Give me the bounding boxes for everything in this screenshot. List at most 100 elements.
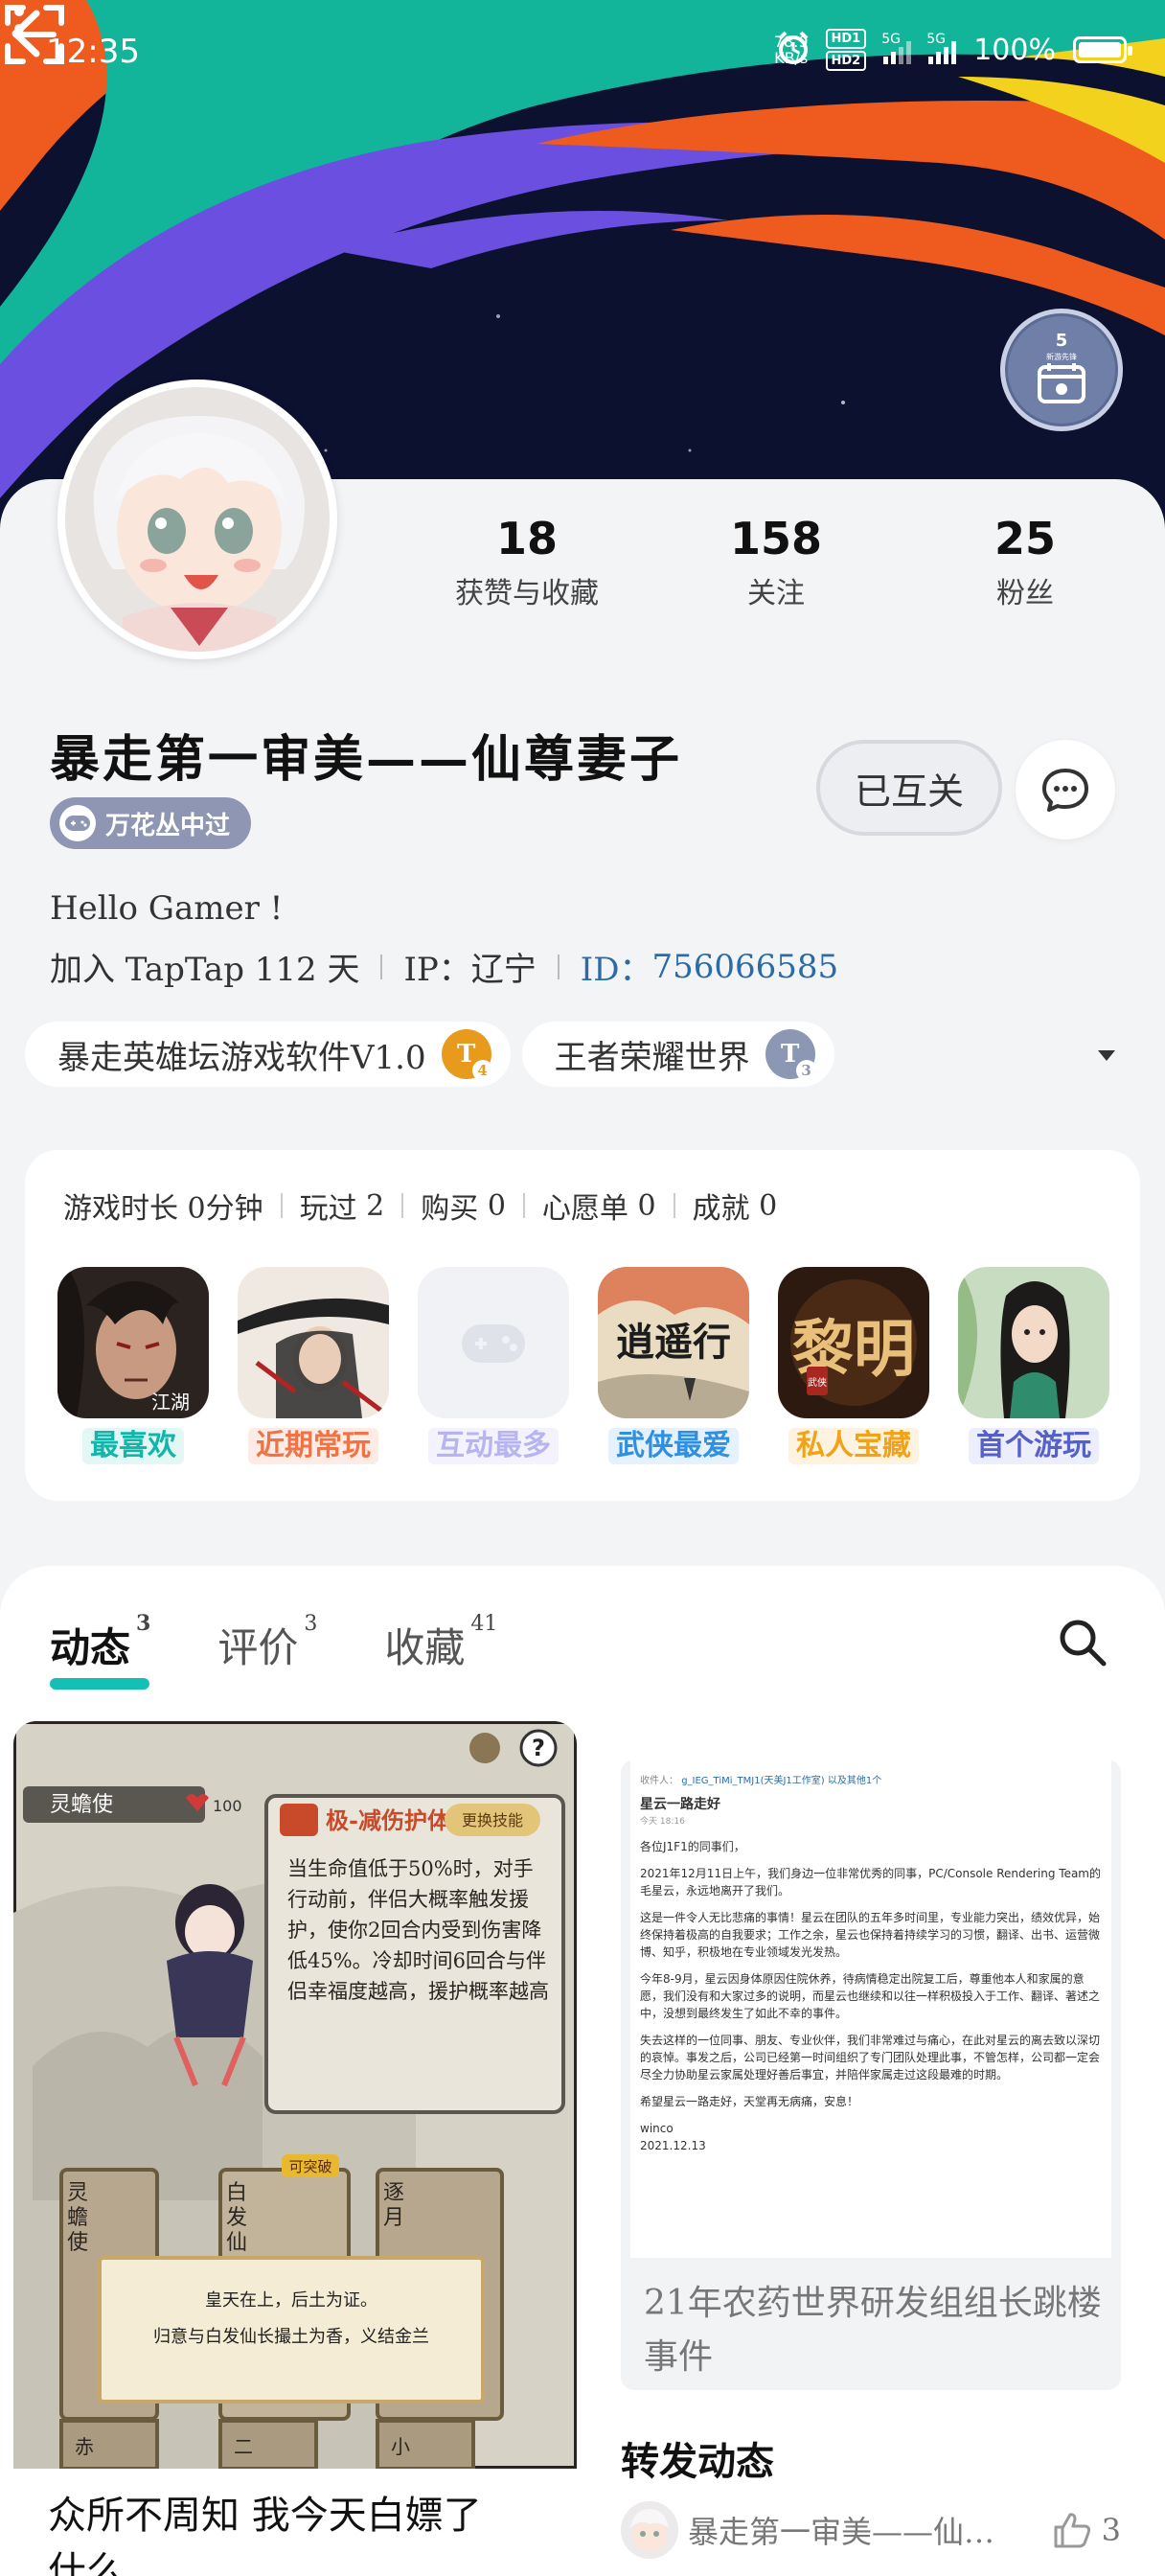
avatar[interactable]: [57, 380, 337, 659]
played-game-name: 王者荣耀世界: [554, 1038, 750, 1077]
featured-games: 江湖 最喜欢 近期常玩 互动最多 逍遥行 武侠最爱 黎明 武侠 私人宝藏 首个游…: [57, 1267, 1109, 1464]
character-card-name: 小: [391, 2435, 410, 2458]
signal-icon-2: 5G: [926, 32, 957, 64]
profile-meta: 加入 TapTap 112 天 IP： 辽宁 ID： 756066585: [50, 943, 838, 990]
stat-likes[interactable]: 18 获赞与收藏: [402, 510, 651, 611]
tab-favorites[interactable]: 收藏41: [384, 1612, 497, 1674]
taptap-level-icon: T4: [441, 1029, 493, 1081]
tab-favorites-label: 收藏: [384, 1624, 466, 1671]
battery-percent: 100%: [973, 33, 1056, 67]
tab-reviews-label: 评价: [217, 1624, 299, 1671]
game-icon: 江湖: [57, 1267, 209, 1418]
doc-recipient: g_IEG_TiMi_TMJ1(天美J1工作室) 以及其他1个: [681, 1776, 882, 1786]
featured-game[interactable]: 黎明 武侠 私人宝藏: [778, 1267, 929, 1464]
post-title: 众所不周知 我今天白嫖了 什么: [48, 2488, 482, 2576]
dialog-line: 皇天在上，后土为证。: [205, 2290, 377, 2311]
stat-likes-value: 18: [495, 513, 558, 564]
gamepad-icon: [59, 805, 96, 841]
character-card-name: 赤: [75, 2435, 94, 2458]
id-value[interactable]: 756066585: [651, 948, 838, 986]
stat-following[interactable]: 158 关注: [651, 510, 901, 611]
feed-post-card[interactable]: 灵蟾使 100 ? 极-减伤护体 更换技能 当生命值低于50%时，对手行动前，伴…: [13, 1721, 577, 2576]
game-badge[interactable]: 5 新游先锋: [1000, 309, 1123, 431]
stat-following-value: 158: [729, 513, 823, 564]
played-label: 玩过: [299, 1192, 357, 1226]
tab-reviews[interactable]: 评价3: [217, 1612, 317, 1674]
profile-nickname: 暴走第一审美——仙尊妻子: [50, 730, 683, 789]
featured-game-caption: 武侠最爱: [608, 1428, 739, 1464]
character-card-name: 灵蟾使: [67, 2181, 89, 2255]
featured-game[interactable]: 首个游玩: [958, 1267, 1109, 1464]
played-game-chip[interactable]: 王者荣耀世界 T3: [521, 1022, 834, 1087]
expand-games-button[interactable]: [1092, 1041, 1121, 1070]
badge-label: 新游先锋: [1046, 352, 1077, 361]
game-icon: 逍遥行: [598, 1267, 749, 1418]
upgradable-tag: 可突破: [288, 2158, 331, 2175]
stat-followers-label: 粉丝: [996, 577, 1054, 610]
doc-paragraph: 各位J1F1的同事们，: [640, 1840, 745, 1853]
network-type-1: 5G: [881, 32, 901, 47]
post-author-row: 暴走第一审美——仙尊妻子 3: [621, 2499, 1121, 2561]
join-days: 加入 TapTap 112 天: [50, 951, 360, 989]
doc-signature-date: 2021.12.13: [640, 2139, 706, 2152]
featured-game-caption: 首个游玩: [969, 1428, 1099, 1464]
battery-icon: [1073, 36, 1132, 63]
game-calendar-badge-icon: 5 新游先锋: [1038, 331, 1085, 403]
featured-game-caption: 互动最多: [428, 1428, 559, 1464]
user-tag[interactable]: 万花丛中过: [50, 797, 252, 849]
post-image-caption: 21年农药世界研发组组长跳楼事件: [644, 2284, 1102, 2377]
game-icon-text: 逍遥行: [616, 1320, 731, 1365]
feed-tabs: 动态3 评价3 收藏41: [50, 1611, 497, 1690]
character-card-name: 二: [234, 2435, 253, 2458]
tab-posts-label: 动态: [50, 1624, 131, 1671]
played-game-chip[interactable]: 暴走英雄坛游戏软件V1.0 T4: [25, 1022, 511, 1087]
badge-count: 5: [1056, 331, 1068, 351]
divider: [380, 954, 383, 979]
bought-count: 0: [487, 1188, 506, 1223]
hd2-label: HD2: [825, 51, 867, 71]
game-library-card[interactable]: 游戏时长 0分钟 玩过 2 购买 0 心愿单 0 成就 0 江湖 最喜欢 近期常…: [25, 1150, 1140, 1501]
author-avatar[interactable]: [621, 2501, 678, 2559]
like-button[interactable]: 3: [1050, 2508, 1121, 2552]
post-title: 转发动态: [621, 2439, 774, 2484]
tab-posts[interactable]: 动态3: [50, 1611, 150, 1690]
id-label[interactable]: ID：: [581, 943, 652, 990]
dialog-line: 归意与白发仙长撮土为香，义结金兰: [153, 2327, 429, 2347]
active-tab-indicator: [50, 1678, 149, 1690]
featured-game-caption: 最喜欢: [82, 1428, 184, 1464]
featured-game[interactable]: 近期常玩: [238, 1267, 389, 1464]
playtime: 游戏时长 0分钟: [63, 1192, 263, 1226]
doc-paragraph: 失去这样的一位同事、朋友、专业伙伴，我们非常难过与痛心，在此对星云的离去致以深切…: [640, 2034, 1101, 2082]
caret-down-icon: [1098, 1050, 1115, 1061]
stat-followers[interactable]: 25 粉丝: [901, 510, 1150, 611]
like-count: 3: [1101, 2512, 1121, 2548]
post-image: 收件人： g_IEG_TiMi_TMJ1(天美J1工作室) 以及其他1个 星云一…: [621, 1760, 1121, 2390]
played-count: 2: [366, 1188, 385, 1223]
status-icons: 78.9 KB/s HD1 HD2 5G 5G 100%: [774, 29, 1132, 71]
stat-followers-value: 25: [994, 513, 1056, 564]
wishlist-label: 心愿单: [541, 1192, 628, 1226]
post-title-line: 什么: [48, 2549, 125, 2576]
more-button[interactable]: [0, 0, 38, 58]
game-icon: [238, 1267, 389, 1418]
doc-signature: winco: [640, 2122, 674, 2135]
featured-game-caption: 私人宝藏: [788, 1428, 919, 1464]
feed-section: 动态3 评价3 收藏41 灵蟾使 100 ? 极-减伤护体 更换技能 当生命值低…: [0, 1566, 1165, 2576]
featured-game[interactable]: 互动最多: [418, 1267, 569, 1464]
doc-paragraph: 2021年12月11日上午，我们身边一位非常优秀的同事，PC/Console R…: [640, 1867, 1101, 1898]
search-button[interactable]: [1054, 1614, 1111, 1671]
featured-game[interactable]: 逍遥行 武侠最爱: [598, 1267, 749, 1464]
doc-paragraph: 今年8-9月，星云因身体原因住院休养，待病情稳定出院复工后，尊重他本人和家属的意…: [640, 1972, 1101, 2020]
tab-reviews-count: 3: [304, 1612, 318, 1636]
bought-label: 购买: [421, 1192, 479, 1226]
profile-bio: Hello Gamer !: [50, 889, 284, 928]
game-icon-text: 江湖: [151, 1391, 190, 1414]
tab-favorites-count: 41: [470, 1612, 498, 1636]
mutual-follow-button[interactable]: 已互关: [816, 740, 1002, 836]
featured-game[interactable]: 江湖 最喜欢: [57, 1267, 209, 1464]
taptap-level-value: 4: [471, 1060, 493, 1081]
post-author-name[interactable]: 暴走第一审美——仙尊妻子: [688, 2508, 1004, 2552]
message-button[interactable]: [1016, 740, 1115, 840]
feed-post-card[interactable]: 收件人： g_IEG_TiMi_TMJ1(天美J1工作室) 以及其他1个 星云一…: [621, 1760, 1121, 2574]
svg-text:?: ?: [532, 1735, 545, 1761]
